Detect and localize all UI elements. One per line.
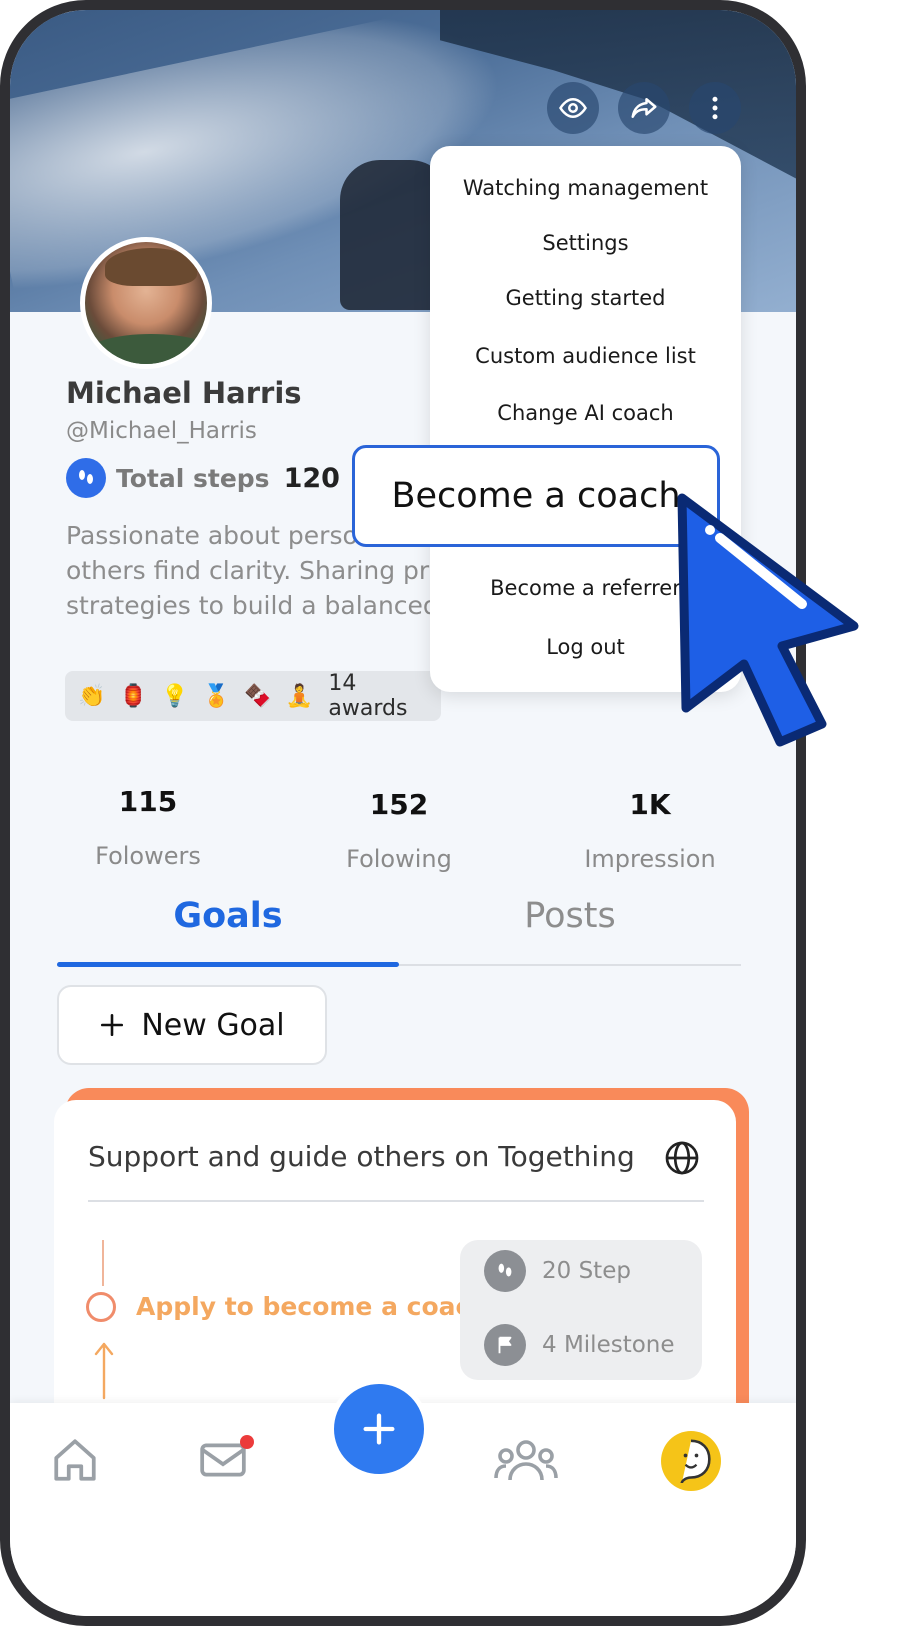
milestone-info: 4 Milestone <box>484 1324 675 1366</box>
share-button[interactable] <box>618 82 670 134</box>
smiley-face-icon <box>680 1439 711 1484</box>
steps-info: 20 Step <box>484 1250 631 1292</box>
more-options-button[interactable] <box>689 82 741 134</box>
menu-item-watching-management[interactable]: Watching management <box>430 176 741 200</box>
stat-followers[interactable]: 115 Folowers <box>48 785 248 870</box>
community-icon[interactable] <box>494 1435 558 1485</box>
steps-label: Total steps <box>116 463 270 493</box>
awards-count: 14 awards <box>328 671 408 721</box>
light-bulb-icon: 💡 <box>161 683 189 709</box>
total-steps: Total steps 120 <box>66 458 340 498</box>
stat-label: Impression <box>584 845 716 873</box>
menu-item-change-ai-coach[interactable]: Change AI coach <box>430 401 741 425</box>
clapping-hands-icon: 👏 <box>78 683 106 709</box>
tab-goals[interactable]: Goals <box>57 896 399 936</box>
avatar[interactable] <box>80 237 212 369</box>
flag-icon <box>484 1324 526 1366</box>
globe-icon[interactable] <box>664 1140 700 1176</box>
footsteps-icon <box>484 1250 526 1292</box>
steps-count: 20 Step <box>542 1258 631 1284</box>
avatar-hair <box>105 248 197 286</box>
monk-icon: 🧘 <box>285 683 314 709</box>
create-button[interactable] <box>329 1379 429 1479</box>
avatar-shirt <box>85 334 207 364</box>
view-button[interactable] <box>547 82 599 134</box>
stat-value: 152 <box>369 788 429 821</box>
awards-bar[interactable]: 👏 🏮 💡 🏅 🍫 🧘 14 awards <box>65 671 441 721</box>
profile-tabs: Goals Posts <box>57 890 741 967</box>
plus-icon <box>363 1413 395 1445</box>
home-icon[interactable] <box>50 1435 100 1485</box>
profile-handle: @Michael_Harris <box>66 418 257 444</box>
tab-posts[interactable]: Posts <box>399 896 741 936</box>
stat-label: Folowing <box>346 845 452 873</box>
goal-divider <box>88 1200 704 1202</box>
chocolate-icon: 🍫 <box>244 683 272 709</box>
new-goal-button[interactable]: New Goal <box>57 985 327 1065</box>
goal-info-box: 20 Step 4 Milestone <box>460 1240 702 1380</box>
goal-title: Support and guide others on Togething <box>88 1140 635 1173</box>
stat-label: Folowers <box>95 842 201 870</box>
menu-item-getting-started[interactable]: Getting started <box>430 286 741 310</box>
stat-value: 1K <box>629 788 671 821</box>
plus-icon <box>101 1013 124 1037</box>
bio-line: strategies to build a balanced li <box>66 591 456 620</box>
menu-item-become-a-coach[interactable]: Become a coach <box>352 445 720 547</box>
timeline-line <box>102 1240 104 1286</box>
profile-name: Michael Harris <box>66 376 302 410</box>
menu-item-custom-audience-list[interactable]: Custom audience list <box>430 344 741 368</box>
eye-icon <box>559 97 587 119</box>
milestone-count: 4 Milestone <box>542 1332 675 1358</box>
bottom-nav <box>10 1379 796 1616</box>
footsteps-icon <box>66 458 106 498</box>
share-icon <box>631 98 657 118</box>
pointer-cursor-icon <box>677 493 859 747</box>
ai-coach-avatar[interactable] <box>661 1431 721 1491</box>
new-goal-label: New Goal <box>141 1007 285 1043</box>
task-status-circle[interactable] <box>86 1292 116 1322</box>
bio-line: others find clarity. Sharing proc <box>66 556 456 585</box>
menu-item-settings[interactable]: Settings <box>430 231 741 255</box>
arrow-up-icon <box>94 1342 114 1400</box>
task-title[interactable]: Apply to become a coach <box>136 1292 488 1321</box>
stat-impression[interactable]: 1K Impression <box>550 788 750 873</box>
steps-value: 120 <box>283 462 340 494</box>
stat-value: 115 <box>118 785 178 818</box>
stat-following[interactable]: 152 Folowing <box>299 788 499 873</box>
notification-dot <box>240 1435 254 1449</box>
medal-icon: 🏅 <box>202 683 231 709</box>
tab-underline <box>57 962 399 967</box>
more-vertical-icon <box>712 96 718 120</box>
lantern-icon: 🏮 <box>119 683 148 709</box>
